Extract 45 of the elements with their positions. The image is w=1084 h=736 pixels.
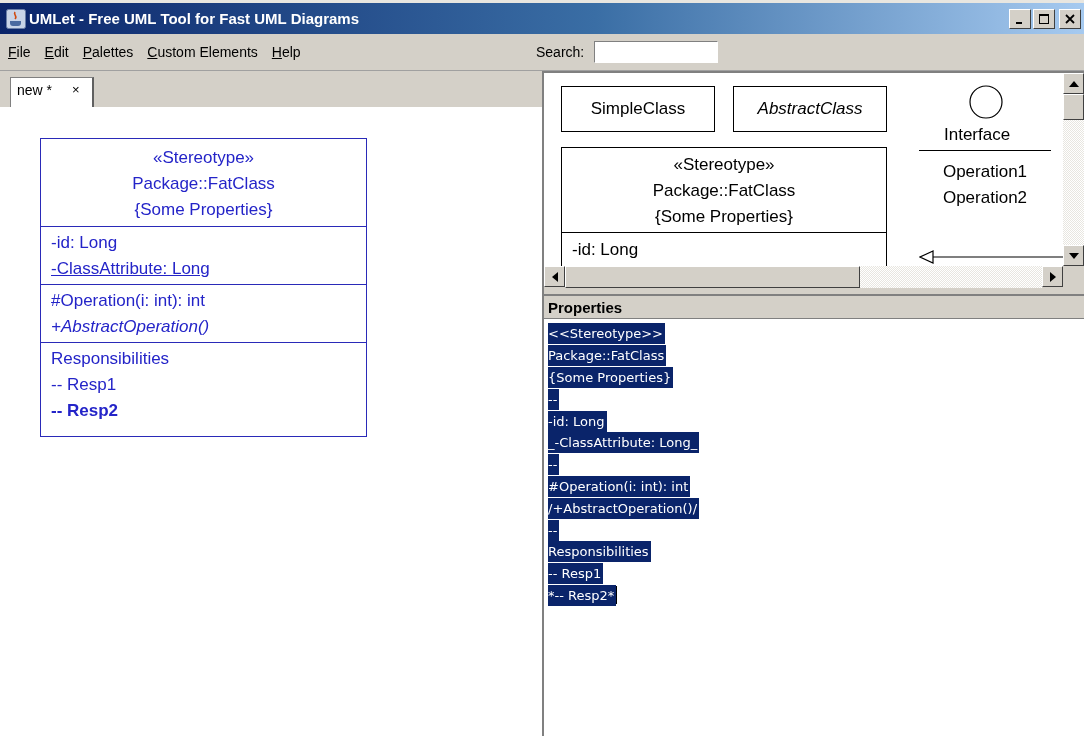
search-field[interactable] [594,41,719,63]
close-button[interactable] [1059,8,1081,29]
interface-circle-icon [969,85,1003,119]
vertical-scrollbar[interactable] [1063,73,1084,266]
menu-item[interactable]: Custom Elements [147,44,258,60]
minimize-icon [1015,21,1022,24]
class-line: -- Resp1 [51,374,118,396]
class-line: Package::FatClass [131,173,276,195]
class-line: Responsibilities [51,348,171,370]
class-line: -- Resp2 [51,400,120,422]
class-line: -ClassAttribute: Long [51,258,211,280]
maximize-icon [1039,13,1049,24]
class-box[interactable]: «Stereotype» Package::FatClass {Some Properties} -id: Long -ClassAttribute: Long #Operation(i: int): int +AbstractOperation() Responsibilities -- Resp1 -- Resp2 [40,138,367,437]
class-line: «Stereotype» [672,154,776,176]
close-icon [1065,13,1075,24]
properties-editor[interactable]: <<Stereotype>> Package::FatClass {Some Properties} -- -id: Long _-ClassAttribute: Long_ -- #Operation(i: int): int /+AbstractOperation()/ -- Responsibilities -- Resp1 *-- Resp2* [544,319,1084,736]
menu-item[interactable]: Edit [44,44,69,60]
class-line: #Operation(i: int): int [51,290,206,312]
class-line: «Stereotype» [151,147,256,169]
menu-item[interactable]: Palettes [82,44,134,60]
up-arrow-icon [1068,80,1079,87]
down-arrow-icon [1068,252,1079,259]
interface-operation: Operation1 [941,161,1029,183]
menu-item[interactable]: Help [271,44,301,60]
minimize-button[interactable] [1009,8,1031,29]
interface-operation: Operation2 [941,187,1029,209]
abstract-class-element[interactable]: AbstractClass [733,86,887,132]
scroll-thumb[interactable] [1063,94,1084,120]
coffee-cup-icon [6,8,26,29]
class-line: {Some Properties} [654,206,794,228]
left-arrow-icon [551,271,558,282]
search-label: Search: [536,44,585,60]
right-arrow-icon [1049,271,1056,282]
interface-name: Interface [944,125,1011,145]
simple-class-element[interactable]: SimpleClass [561,86,715,132]
class-line: -id: Long [571,239,640,261]
scroll-thumb[interactable] [565,266,860,288]
maximize-button[interactable] [1033,8,1055,29]
class-line: Package::FatClass [651,180,797,202]
class-line: {Some Properties} [133,199,274,221]
class-line: -id: Long [51,232,119,254]
window-title: UMLet - Free UML Tool for Fast UML Diagrams [29,10,360,27]
menu-item[interactable]: File [8,44,31,60]
class-line: +AbstractOperation() [51,316,211,338]
diagram-tab[interactable]: new * × [10,77,94,107]
